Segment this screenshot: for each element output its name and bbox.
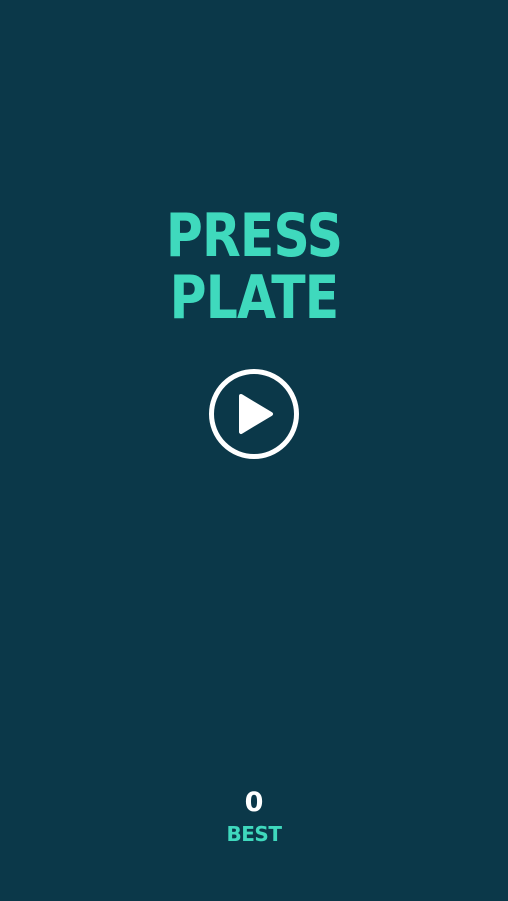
best-score-value: 0 (244, 787, 264, 818)
game-screen: PRESS PLATE 0 BEST (0, 0, 508, 901)
play-icon (209, 369, 299, 459)
game-title-line-2: PLATE (169, 263, 340, 333)
game-title-line-1: PRESS (165, 201, 343, 271)
best-score-label: BEST (226, 822, 282, 846)
play-button[interactable] (208, 368, 300, 460)
